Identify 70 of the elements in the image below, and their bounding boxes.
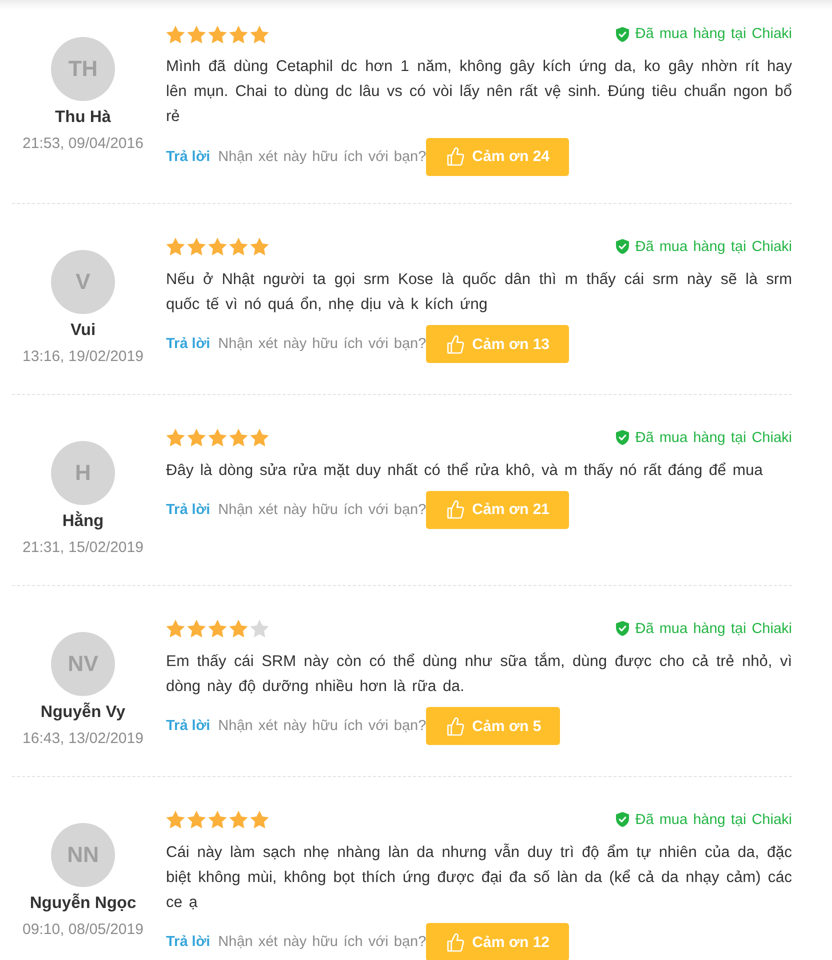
star-icon bbox=[229, 237, 248, 256]
review-text: Đây là dòng sửa rửa mặt duy nhất có thể rửa khô, và m thấy nó rất đáng để mua bbox=[166, 460, 764, 481]
thanks-button[interactable]: Cảm ơn 13 bbox=[426, 325, 569, 364]
review-text: Mình đã dùng Cetaphil dc hơn 1 năm, không gây kích ứng da, ko gây nhờn rít hay lên mụn. Chai to dùng dc lâu vs có vòi lấy nên rất vệ sinh. Đúng tiêu chuẩn ngon bổ rẻ bbox=[166, 57, 792, 128]
star-icon bbox=[208, 428, 227, 448]
review-text: Em thấy cái SRM này còn có thể dùng như sữa tắm, dùng được cho cả trẻ nhỏ, vì dòng này độ dưỡng nhiều hơn là rữa da. bbox=[166, 652, 792, 697]
shield-check-icon bbox=[616, 621, 630, 636]
thanks-button[interactable]: Cảm ơn 12 bbox=[426, 923, 569, 960]
reply-link[interactable]: Trả lời bbox=[166, 502, 210, 518]
review-time: 16:43, 13/02/2019 bbox=[22, 728, 144, 749]
star-icon bbox=[208, 237, 227, 256]
reviewer-name: Vui bbox=[70, 320, 96, 340]
helpful-question: Nhận xét này hữu ích với bạn? bbox=[218, 148, 426, 165]
thumbs-up-icon bbox=[447, 716, 464, 736]
reviewer-name: Thu Hà bbox=[55, 107, 111, 127]
helpful-question: Nhận xét này hữu ích với bạn? bbox=[218, 336, 426, 352]
verified-purchase-label: Đã mua hàng tại Chiaki bbox=[635, 812, 792, 828]
reviewer-name: Hằng bbox=[62, 510, 104, 531]
reviewer-name: Nguyễn Vy bbox=[40, 702, 126, 722]
star-icon bbox=[187, 428, 206, 448]
star-icon bbox=[250, 810, 269, 830]
review-time: 09:10, 08/05/2019 bbox=[22, 920, 144, 940]
star-icon bbox=[250, 24, 269, 44]
shield-check-icon bbox=[616, 812, 630, 828]
thanks-button[interactable]: Cảm ơn 24 bbox=[426, 138, 569, 176]
verified-purchase-label: Đã mua hàng tại Chiaki bbox=[635, 238, 792, 255]
star-icon bbox=[187, 237, 206, 256]
reply-link[interactable]: Trả lời bbox=[166, 148, 210, 165]
star-icon bbox=[250, 237, 269, 256]
reply-link[interactable]: Trả lời bbox=[166, 336, 210, 352]
star-icon bbox=[229, 24, 248, 44]
star-icon bbox=[250, 428, 269, 448]
reply-link[interactable]: Trả lời bbox=[166, 934, 210, 950]
thanks-button[interactable]: Cảm ơn 5 bbox=[426, 707, 560, 746]
verified-purchase-label: Đã mua hàng tại Chiaki bbox=[635, 26, 792, 42]
star-icon bbox=[229, 428, 248, 448]
review-time: 21:53, 09/04/2016 bbox=[22, 134, 144, 154]
shield-check-icon bbox=[616, 239, 630, 254]
helpful-question: Nhận xét này hữu ích với bạn? bbox=[218, 718, 426, 734]
review-text: Cái này làm sạch nhẹ nhàng làn da nhưng vẫn duy trì độ ẩm tự nhiên của da, đặc biệt không mùi, không bọt thích ứng được đại đa số làn da (kể cả da nhạy cảm) các ce ạ bbox=[166, 842, 792, 914]
star-icon bbox=[166, 428, 185, 448]
star-icon bbox=[208, 24, 227, 44]
thumbs-up-icon bbox=[447, 334, 464, 354]
thanks-button[interactable]: Cảm ơn 21 bbox=[426, 490, 569, 529]
verified-purchase-label: Đã mua hàng tại Chiaki bbox=[635, 430, 792, 446]
star-icon bbox=[208, 619, 227, 638]
star-icon bbox=[166, 810, 185, 830]
verified-purchase-label: Đã mua hàng tại Chiaki bbox=[635, 620, 792, 637]
review-text: Nếu ở Nhật người ta gọi srm Kose là quốc dân thì m thấy cái srm này sẽ là srm quốc tế vì nó quá ổn, nhẹ dịu và k kích ứng bbox=[166, 270, 792, 315]
star-icon bbox=[187, 24, 206, 44]
helpful-question: Nhận xét này hữu ích với bạn? bbox=[218, 502, 426, 518]
thumbs-up-icon bbox=[447, 147, 464, 166]
star-icon bbox=[250, 619, 269, 638]
star-icon bbox=[187, 810, 206, 830]
star-icon bbox=[166, 24, 185, 44]
star-icon bbox=[166, 619, 185, 638]
star-icon bbox=[166, 237, 185, 256]
reviewer-name: Nguyễn Ngọc bbox=[30, 892, 136, 913]
helpful-question: Nhận xét này hữu ích với bạn? bbox=[218, 934, 426, 950]
thumbs-up-icon bbox=[447, 932, 464, 952]
star-icon bbox=[229, 810, 248, 830]
shield-check-icon bbox=[616, 430, 630, 446]
star-icon bbox=[187, 619, 206, 638]
review-time: 13:16, 19/02/2019 bbox=[22, 346, 144, 367]
star-icon bbox=[229, 619, 248, 638]
star-icon bbox=[208, 810, 227, 830]
reply-link[interactable]: Trả lời bbox=[166, 718, 210, 734]
shield-check-icon bbox=[616, 26, 630, 42]
review-time: 21:31, 15/02/2019 bbox=[22, 538, 144, 558]
thumbs-up-icon bbox=[447, 500, 464, 520]
